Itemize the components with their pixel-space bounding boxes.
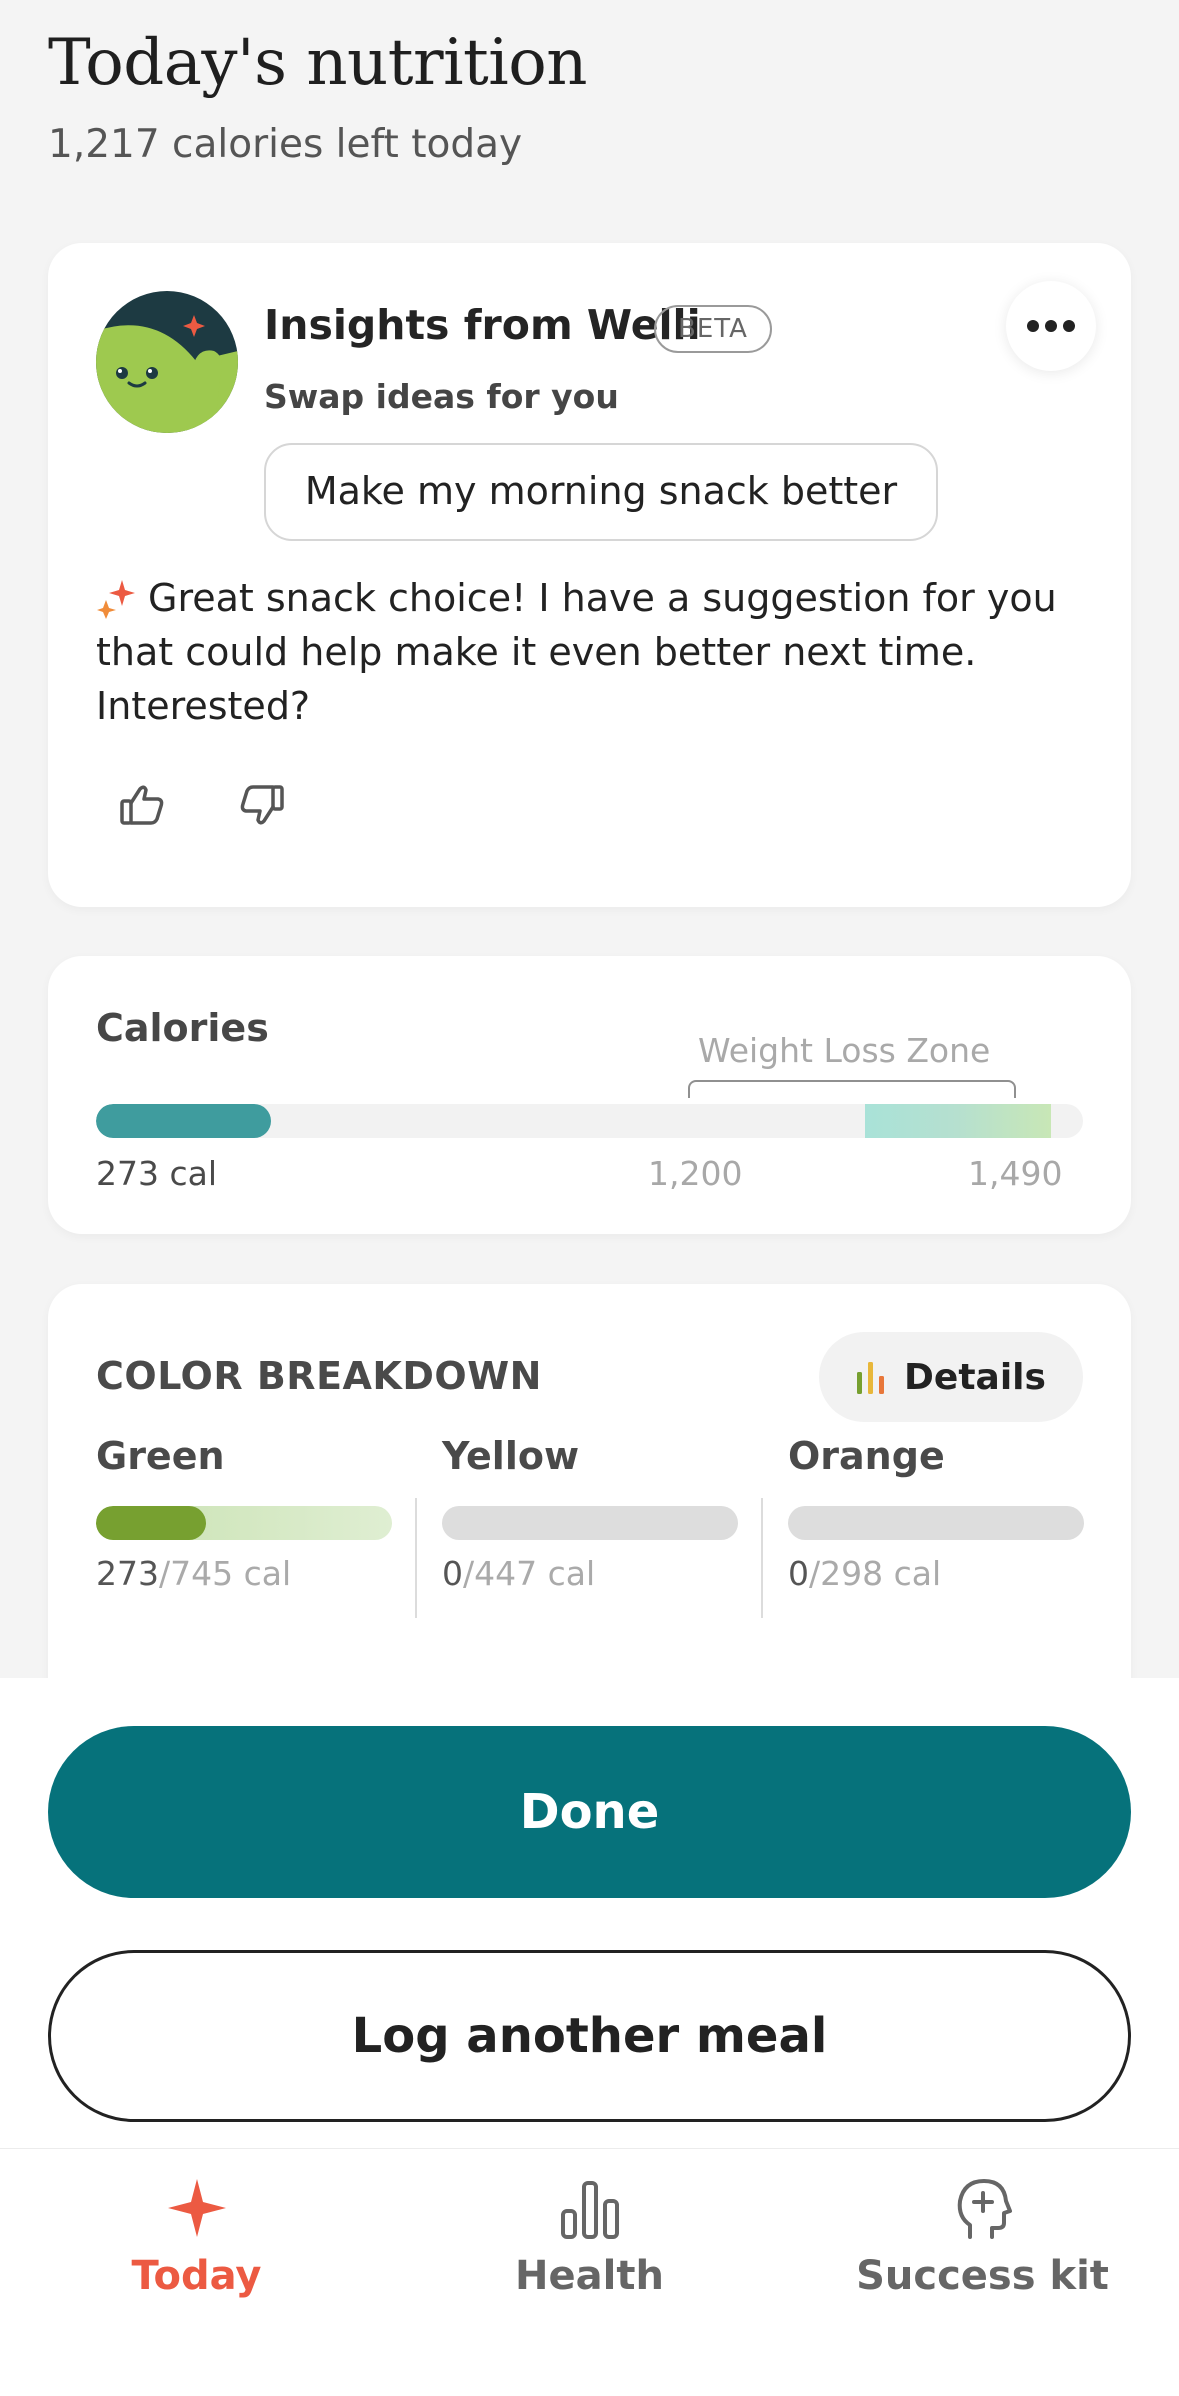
details-button[interactable]: Details <box>819 1332 1083 1422</box>
weight-loss-zone-label: Weight Loss Zone <box>698 1031 991 1070</box>
orange-total: /298 cal <box>809 1554 942 1593</box>
orange-values: 0/298 cal <box>788 1554 1088 1593</box>
yellow-total: /447 cal <box>463 1554 596 1593</box>
tab-success-kit[interactable]: Success kit <box>786 2173 1179 2323</box>
zone-min-label: 1,200 <box>648 1154 743 1193</box>
insight-message: Great snack choice! I have a suggestion … <box>96 576 1057 728</box>
action-sheet: Done Log another meal <box>0 1678 1179 2148</box>
sparkle-icon <box>167 2179 226 2237</box>
yellow-column: Yellow 0/447 cal <box>442 1434 742 1593</box>
done-button[interactable]: Done <box>48 1726 1131 1898</box>
zone-max-label: 1,490 <box>968 1154 1063 1193</box>
tab-health[interactable]: Health <box>393 2173 786 2323</box>
calories-progress-fill <box>96 1104 271 1138</box>
orange-label: Orange <box>788 1434 945 1478</box>
calories-card: Calories Weight Loss Zone 273 cal 1,200 … <box>48 956 1131 1234</box>
insights-title: Insights from Welli <box>264 301 701 349</box>
tab-success-kit-label: Success kit <box>856 2253 1109 2299</box>
calories-consumed: 273 cal <box>96 1154 218 1193</box>
details-label: Details <box>904 1356 1046 1398</box>
green-progress-fill <box>96 1506 206 1540</box>
bar-chart-color-icon <box>857 1362 885 1394</box>
thumbs-up-icon[interactable] <box>118 781 166 829</box>
green-values: 273/745 cal <box>96 1554 396 1593</box>
color-breakdown-title: COLOR BREAKDOWN <box>96 1354 542 1398</box>
green-current: 273 <box>96 1554 159 1593</box>
column-divider <box>415 1498 417 1618</box>
color-breakdown-card: COLOR BREAKDOWN Details Green 273/745 ca… <box>48 1284 1131 1704</box>
orange-current: 0 <box>788 1554 809 1593</box>
calories-title: Calories <box>96 1006 269 1050</box>
green-total: /745 cal <box>159 1554 292 1593</box>
calories-progress-track <box>96 1104 1083 1138</box>
yellow-progress-track <box>442 1506 738 1540</box>
insights-card: Insights from Welli BETA Swap ideas for … <box>48 243 1131 907</box>
green-progress-track <box>96 1506 392 1540</box>
log-another-meal-button[interactable]: Log another meal <box>48 1950 1131 2122</box>
yellow-values: 0/447 cal <box>442 1554 742 1593</box>
tab-today[interactable]: Today <box>0 2173 393 2323</box>
bar-chart-icon <box>560 2181 619 2239</box>
calories-left-subtitle: 1,217 calories left today <box>48 122 523 167</box>
tab-today-label: Today <box>131 2253 262 2299</box>
thumbs-down-icon[interactable] <box>238 781 286 829</box>
yellow-current: 0 <box>442 1554 463 1593</box>
weight-loss-zone-band <box>865 1104 1051 1138</box>
welli-mascot-icon <box>96 291 238 433</box>
insights-subtitle: Swap ideas for you <box>264 377 619 416</box>
column-divider <box>761 1498 763 1618</box>
yellow-label: Yellow <box>442 1434 580 1478</box>
bottom-tab-bar: Today Health Success kit <box>0 2148 1179 2396</box>
more-dots-icon <box>1027 320 1075 332</box>
green-label: Green <box>96 1434 225 1478</box>
orange-column: Orange 0/298 cal <box>788 1434 1088 1593</box>
zone-bracket <box>688 1080 1016 1098</box>
beta-badge: BETA <box>654 305 772 353</box>
head-plus-icon <box>957 2179 1012 2239</box>
tab-health-label: Health <box>515 2253 664 2299</box>
more-options-button[interactable] <box>1006 281 1096 371</box>
green-column: Green 273/745 cal <box>96 1434 396 1593</box>
prompt-chip[interactable]: Make my morning snack better <box>264 443 938 541</box>
orange-progress-track <box>788 1506 1084 1540</box>
page-title: Today's nutrition <box>48 26 587 100</box>
